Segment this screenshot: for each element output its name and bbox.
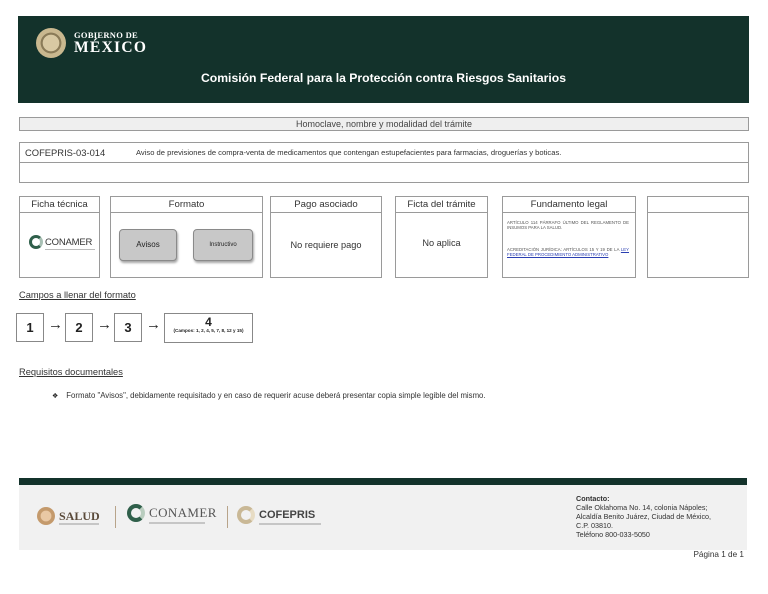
footer-divider — [115, 506, 116, 528]
page-header: GOBIERNO DE MÉXICO Comisión Federal para… — [18, 16, 749, 103]
pago-asociado-header: Pago asociado — [270, 196, 382, 213]
cofepris-logo: COFEPRIS — [237, 506, 315, 524]
conamer-footer-text: CONAMER — [149, 505, 217, 520]
salud-logo-text: SALUD — [59, 508, 100, 523]
tramite-description: Aviso de previsiones de compra-venta de … — [136, 148, 562, 157]
acreditacion-text: ACREDITACIÓN JURÍDICA: ARTÍCULOS 15 Y 19… — [507, 247, 620, 252]
mexico-seal-icon — [36, 28, 66, 58]
step-3: 3 — [114, 313, 142, 342]
empty-column-cell — [647, 213, 749, 278]
formato-header: Formato — [110, 196, 263, 213]
conamer-logo-icon — [29, 235, 43, 249]
ficta-header: Ficta del trámite — [395, 196, 488, 213]
diamond-bullet-icon: ❖ — [52, 393, 59, 400]
formato-cell: Avisos Instructivo — [110, 213, 263, 278]
contact-label: Contacto: — [576, 494, 610, 503]
step-4-number: 4 — [205, 315, 212, 329]
fundamento-articulo: ARTÍCULO 114 PÁRRAFO ÚLTIMO DEL REGLAMEN… — [507, 220, 629, 231]
tramite-section-header: Homoclave, nombre y modalidad del trámit… — [19, 117, 749, 131]
conamer-footer-logo: CONAMER — [127, 504, 217, 522]
footer-stripe — [19, 478, 747, 485]
step-1: 1 — [16, 313, 44, 342]
ficta-cell: No aplica — [395, 213, 488, 278]
empty-column-header — [647, 196, 749, 213]
salud-logo-icon — [37, 507, 55, 525]
requisitos-title: Requisitos documentales — [19, 367, 123, 377]
pago-value: No requiere pago — [290, 240, 362, 250]
cofepris-tagline — [259, 523, 321, 525]
salud-tagline — [59, 523, 99, 525]
requisito-item: ❖ Formato "Avisos", debidamente requisita… — [52, 391, 486, 400]
contact-phone: Teléfono 800-033-5050 — [576, 530, 650, 539]
cofepris-logo-icon — [237, 506, 255, 524]
fundamento-acreditacion: ACREDITACIÓN JURÍDICA: ARTÍCULOS 15 Y 19… — [507, 247, 629, 258]
fundamento-cell: ARTÍCULO 114 PÁRRAFO ÚLTIMO DEL REGLAMEN… — [502, 213, 636, 278]
mexico-label: MÉXICO — [74, 39, 148, 56]
tramite-row: COFEPRIS-03-014 Aviso de previsiones de … — [19, 142, 749, 163]
contact-address-1: Calle Oklahoma No. 14, colonia Nápoles; — [576, 503, 708, 512]
contact-postal: C.P. 03810. — [576, 521, 614, 530]
conamer-logo-text: CONAMER — [45, 236, 93, 248]
conamer-logo-icon — [127, 504, 145, 522]
step-4: 4 (Campos: 1, 2, 4, 5, 7, 8, 12 y 15) — [164, 313, 253, 343]
footer-divider — [227, 506, 228, 528]
cofepris-logo-text: COFEPRIS — [259, 509, 316, 521]
contact-address-2: Alcaldía Benito Juárez, Ciudad de México… — [576, 512, 712, 521]
empty-row — [19, 163, 749, 183]
ficha-tecnica-cell: CONAMER — [19, 213, 100, 278]
ficha-tecnica-header: Ficha técnica — [19, 196, 100, 213]
fundamento-header: Fundamento legal — [502, 196, 636, 213]
arrow-right-icon: → — [146, 316, 161, 333]
requisito-text: Formato "Avisos", debidamente requisitad… — [66, 391, 486, 400]
conamer-tagline — [45, 249, 95, 250]
pago-asociado-cell: No requiere pago — [270, 213, 382, 278]
contact-block: Contacto: Calle Oklahoma No. 14, colonia… — [576, 494, 711, 539]
step-4-note: (Campos: 1, 2, 4, 5, 7, 8, 12 y 15) — [173, 328, 244, 333]
conamer-logo-link[interactable]: CONAMER — [29, 235, 92, 249]
campos-title: Campos a llenar del formato — [19, 290, 136, 300]
step-2: 2 — [65, 313, 93, 342]
arrow-right-icon: → — [97, 316, 112, 333]
page-number: Página 1 de 1 — [693, 550, 744, 559]
tramite-code: COFEPRIS-03-014 — [25, 147, 106, 158]
ficta-value: No aplica — [422, 238, 461, 248]
instructivo-button[interactable]: Instructivo — [193, 229, 253, 261]
avisos-button[interactable]: Avisos — [119, 229, 177, 261]
arrow-right-icon: → — [48, 316, 63, 333]
page-title: Comisión Federal para la Protección cont… — [200, 71, 567, 85]
conamer-tagline — [149, 522, 205, 524]
